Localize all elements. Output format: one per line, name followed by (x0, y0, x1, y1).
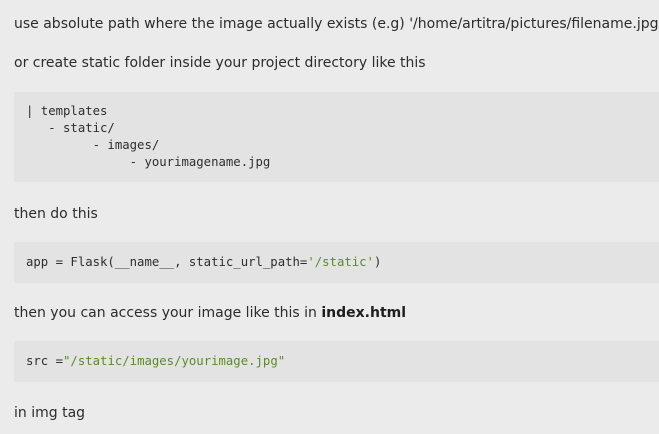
tree-line: - yourimagename.jpg (26, 155, 271, 169)
tree-line: | templates (26, 104, 108, 118)
answer-paragraph-access-image: then you can access your image like this… (14, 304, 406, 322)
src-code: src ="/static/images/yourimage.jpg" (26, 353, 285, 370)
answer-paragraph-absolute-path: use absolute path where the image actual… (14, 16, 659, 32)
directory-tree-code-block: | templates - static/ - images/ - yourim… (14, 92, 659, 182)
paragraph-text: then you can access your image like this… (14, 305, 322, 321)
directory-tree-code: | templates - static/ - images/ - yourim… (26, 103, 270, 171)
src-code-block: src ="/static/images/yourimage.jpg" (14, 341, 659, 382)
code-text: app = Flask(__name__, static_url_path= (26, 255, 308, 269)
answer-paragraph-static-folder: or create static folder inside your proj… (14, 55, 426, 71)
tree-line: - images/ (26, 138, 160, 152)
code-text: src = (26, 354, 64, 368)
bold-filename: index.html (321, 305, 407, 321)
answer-paragraph-img-tag: in img tag (14, 405, 86, 421)
answer-paragraph-then-do-this: then do this (14, 206, 98, 222)
code-text: ) (373, 255, 382, 269)
flask-app-code: app = Flask(__name__, static_url_path='/… (26, 254, 381, 271)
flask-app-code-block: app = Flask(__name__, static_url_path='/… (14, 242, 659, 283)
tree-line: - static/ (26, 121, 115, 135)
string-literal: '/static' (307, 255, 374, 269)
string-literal: "/static/images/yourimage.jpg" (63, 354, 286, 368)
